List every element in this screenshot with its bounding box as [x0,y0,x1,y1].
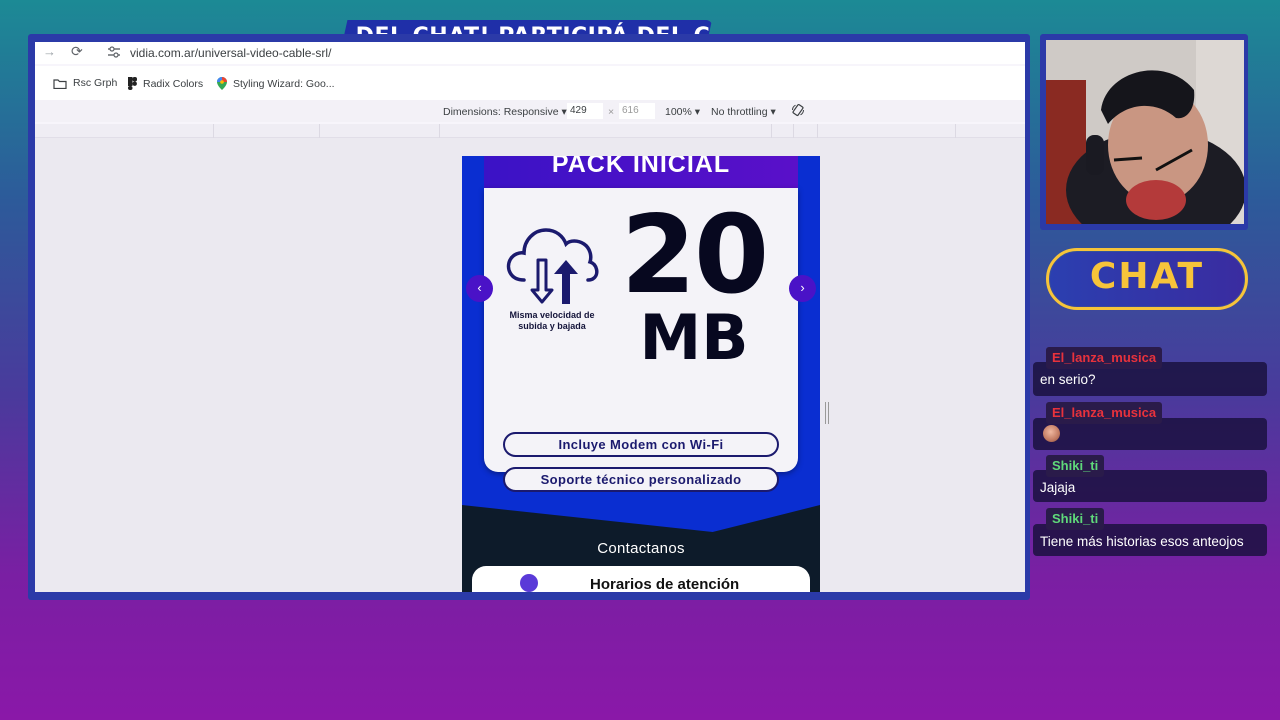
bookmark-rsc-grph[interactable]: Rsc Grph [53,77,117,89]
bookmark-label: Radix Colors [143,77,204,90]
bookmarks-bar: Rsc Grph Radix Colors Styling Wizard: Go… [35,66,1025,100]
contact-title: Contactanos [597,540,685,557]
dimensions-dropdown[interactable]: Dimensions: Responsive ▾ [443,106,567,118]
media-query-ruler [35,124,1025,138]
plan-card: Misma velocidad de subida y bajada 20 MB… [484,188,798,492]
dimensions-label: Dimensions: Responsive [443,106,559,118]
speed-label: Misma velocidad de subida y bajada [509,310,595,331]
rotate-icon[interactable] [791,103,805,117]
cloud-upload-download-icon [506,228,599,304]
pack-title: PACK INICIAL [551,156,731,178]
hours-card[interactable]: Horarios de atención [472,566,810,592]
bookmark-label: Rsc Grph [73,77,118,89]
height-input[interactable]: 616 [619,103,655,119]
chat-message-text: Tiene más historias esos anteojos [1040,534,1244,549]
zoom-dropdown[interactable]: 100% ▾ [665,106,700,118]
width-input[interactable]: 429 [567,103,603,119]
device-toolbar: Dimensions: Responsive ▾ 429 × 616 100% … [35,100,1025,122]
hours-label: Horarios de atención [590,576,740,592]
chat-message-text: en serio? [1040,372,1096,387]
chat-message-text: Jajaja [1040,480,1076,495]
folder-icon [53,78,67,89]
chat-username: El_lanza_musica [1046,402,1163,424]
feature-modem: Incluye Modem con Wi-Fi [503,432,779,457]
bookmark-label: Styling Wizard: Goo... [233,77,335,90]
chat-username: El_lanza_musica [1046,347,1163,369]
resize-handle[interactable] [825,402,829,424]
webcam-feed [1046,40,1244,224]
reload-icon[interactable]: ⟳ [71,43,83,60]
address-bar: → ⟳ vidia.com.ar/universal-video-cable-s… [35,42,1025,64]
bookmark-radix-colors[interactable]: Radix Colors [128,77,203,90]
bookmark-styling-wizard[interactable]: Styling Wizard: Goo... [217,77,335,90]
carousel-next-button[interactable]: › [789,275,816,302]
throttling-label: No throttling [711,106,768,118]
maps-pin-icon [217,77,227,90]
forward-icon[interactable]: → [43,44,56,59]
face-emote-icon [1043,425,1060,442]
figma-icon [128,77,137,90]
streamer-image [1046,40,1244,224]
speed-number: 20 [620,193,769,318]
site-info-icon[interactable] [107,46,121,58]
chat-logo: CHAT [1089,256,1205,297]
carousel-prev-button[interactable]: ‹ [466,275,493,302]
throttling-dropdown[interactable]: No throttling ▾ [711,106,776,118]
chat-username: Shiki_ti [1046,508,1105,530]
mobile-viewport: PACK INICIAL Misma velocidad de subida y… [462,156,820,592]
speed-unit: MB [639,301,749,374]
clock-icon [520,574,538,592]
zoom-label: 100% [665,106,692,118]
browser-window: → ⟳ vidia.com.ar/universal-video-cable-s… [35,42,1025,592]
feature-support: Soporte técnico personalizado [503,467,779,492]
times-sign: × [608,106,615,118]
url-field[interactable]: vidia.com.ar/universal-video-cable-srl/ [130,46,331,60]
chat-username: Shiki_ti [1046,455,1105,477]
pack-header: PACK INICIAL [484,156,798,188]
